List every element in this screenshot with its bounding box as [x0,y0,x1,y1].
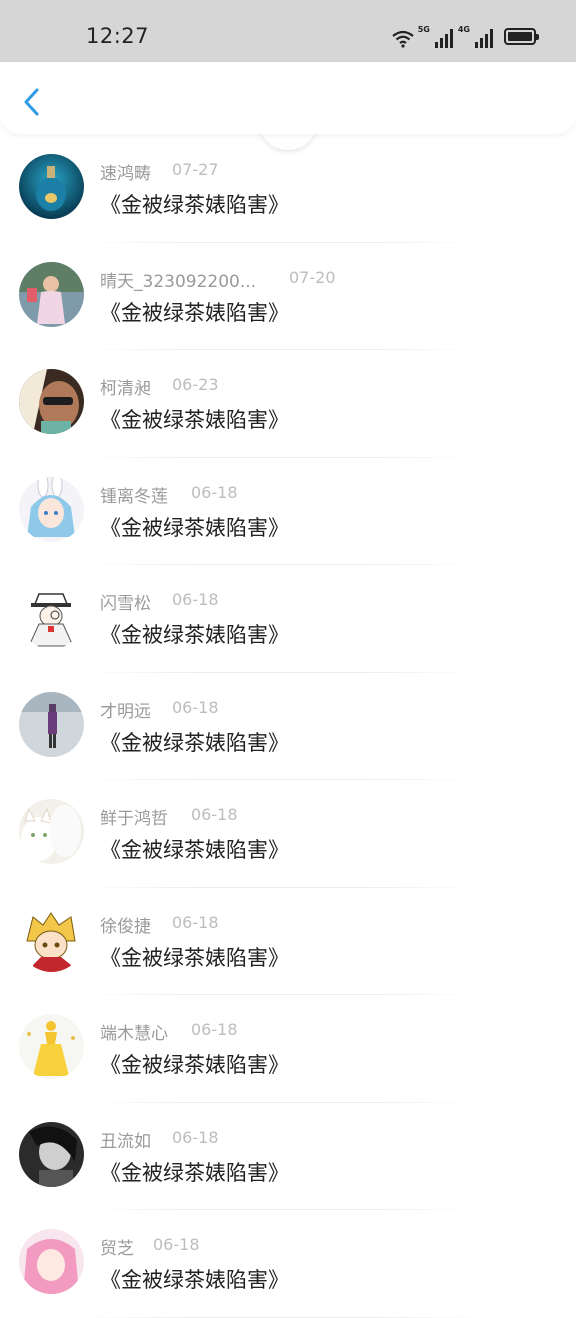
comment-item[interactable]: 才明远 06-18 《金被绿茶婊陷害》 [0,673,576,781]
comment-text: 《金被绿茶婊陷害》 [100,838,289,862]
user-avatar[interactable] [19,369,84,434]
user-name[interactable]: 才明远 [100,697,151,722]
comment-list: 速鸿畴 07-27 《金被绿茶婊陷害》 晴天_323092200... 07-2… [0,135,576,1318]
comment-date: 06-18 [172,590,219,609]
comment-date: 06-18 [172,912,219,932]
battery-icon [504,28,539,45]
comment-date: 06-18 [172,697,219,717]
user-avatar[interactable] [19,906,84,972]
user-name[interactable]: 丑流如 [100,1127,151,1152]
comment-item[interactable]: 速鸿畴 07-27 《金被绿茶婊陷害》 [0,135,576,243]
comment-text: 《金被绿茶婊陷害》 [100,300,289,325]
network-5g-label: 5G [417,25,430,34]
user-avatar[interactable] [19,799,84,864]
user-name[interactable]: 晴天_323092200... [100,267,256,292]
comment-text: 《金被绿茶婊陷害》 [100,730,289,755]
comment-date: 06-18 [191,482,238,502]
user-name[interactable]: 柯清昶 [100,374,151,399]
comment-item[interactable]: 柯清昶 06-23 《金被绿茶婊陷害》 [0,350,576,458]
comment-date: 06-18 [153,1235,200,1254]
status-icons: 5G 4G [392,24,539,48]
wifi-icon [392,30,414,48]
user-avatar[interactable] [19,476,84,542]
comment-item[interactable]: 晴天_323092200... 07-20 《金被绿茶婊陷害》 [0,243,576,351]
comment-text: 《金被绿茶婊陷害》 [100,945,289,970]
user-avatar[interactable] [19,1121,84,1187]
user-name[interactable]: 锺离冬莲 [100,482,168,507]
nav-bar [0,62,576,134]
comment-text: 《金被绿茶婊陷害》 [100,193,289,217]
comment-text: 《金被绿茶婊陷害》 [100,1160,289,1185]
comment-item[interactable]: 丑流如 06-18 《金被绿茶婊陷害》 [0,1103,576,1211]
user-name[interactable]: 徐俊捷 [100,912,151,937]
comment-item[interactable]: 徐俊捷 06-18 《金被绿茶婊陷害》 [0,888,576,996]
signal-4g-icon [475,29,493,48]
status-bar: 12:27 5G 4G [0,0,576,62]
comment-text: 《金被绿茶婊陷害》 [100,515,289,540]
user-name[interactable]: 速鸿畴 [100,159,151,184]
comment-text: 《金被绿茶婊陷害》 [100,1268,289,1292]
user-avatar[interactable] [19,1229,84,1294]
comment-text: 《金被绿茶婊陷害》 [100,408,289,432]
status-time: 12:27 [86,24,150,48]
back-button[interactable] [14,82,50,122]
network-4g-label: 4G [457,25,470,34]
user-name[interactable]: 闪雪松 [100,589,151,614]
user-name[interactable]: 端木慧心 [100,1019,168,1044]
comment-item[interactable]: 鲜于鸿哲 06-18 《金被绿茶婊陷害》 [0,780,576,888]
comment-text: 《金被绿茶婊陷害》 [100,623,289,647]
user-avatar[interactable] [19,1014,84,1079]
comment-item[interactable]: 锺离冬莲 06-18 《金被绿茶婊陷害》 [0,458,576,566]
comment-date: 07-27 [172,160,219,179]
comment-date: 06-18 [191,1020,238,1039]
user-avatar[interactable] [19,584,84,649]
comment-date: 06-23 [172,375,219,394]
user-avatar[interactable] [19,261,84,327]
comment-date: 06-18 [191,805,238,824]
comment-text: 《金被绿茶婊陷害》 [100,1053,289,1077]
comment-item[interactable]: 端木慧心 06-18 《金被绿茶婊陷害》 [0,995,576,1103]
comment-item[interactable]: 闪雪松 06-18 《金被绿茶婊陷害》 [0,565,576,673]
signal-5g-icon [434,29,453,48]
comment-date: 07-20 [289,267,336,287]
user-avatar[interactable] [19,154,84,219]
comment-date: 06-18 [172,1127,219,1147]
user-name[interactable]: 鲜于鸿哲 [100,804,168,829]
user-avatar[interactable] [19,691,84,757]
user-name[interactable]: 贸芝 [100,1234,134,1259]
chevron-left-icon [24,88,39,116]
comment-item[interactable]: 贸芝 06-18 《金被绿茶婊陷害》 [0,1210,576,1318]
